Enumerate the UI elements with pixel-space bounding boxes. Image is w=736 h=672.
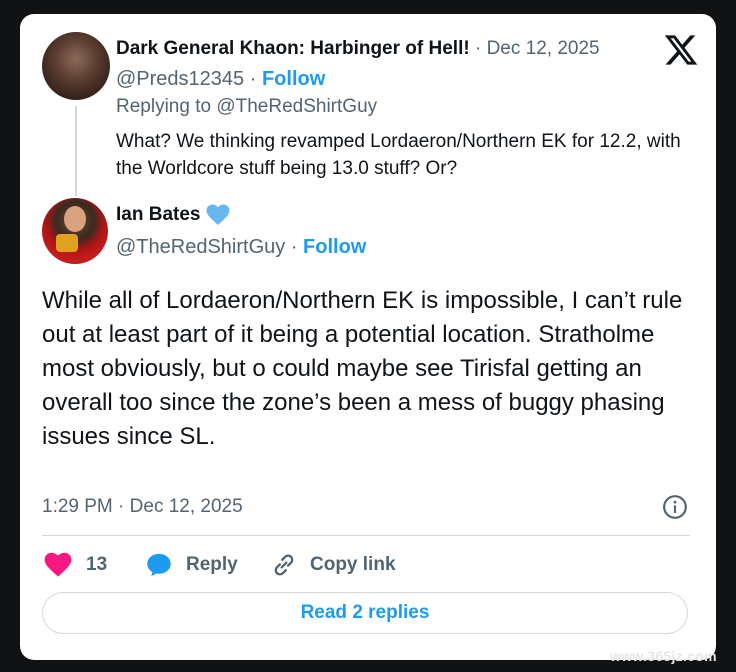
parent-handle-row: @Preds12345 · Follow <box>116 68 325 91</box>
replying-to-handle[interactable]: @TheRedShirtGuy <box>216 96 377 117</box>
parent-tweet-text: What? We thinking revamped Lordaeron/Nor… <box>116 131 681 179</box>
like-count: 13 <box>86 554 108 575</box>
reply-button[interactable]: Reply <box>144 550 238 580</box>
separator: · <box>112 496 130 517</box>
reply-label: Reply <box>186 554 238 575</box>
parent-avatar[interactable] <box>42 32 110 100</box>
author-avatar[interactable] <box>42 198 108 264</box>
speech-bubble-icon <box>147 553 171 577</box>
parent-handle[interactable]: @Preds12345 <box>116 68 244 90</box>
link-icon <box>274 554 294 576</box>
read-replies-label: Read 2 replies <box>300 602 430 623</box>
replying-to-label: Replying to <box>116 96 217 117</box>
thread-line <box>75 106 77 196</box>
x-logo-icon[interactable] <box>663 32 699 68</box>
divider <box>42 535 690 536</box>
copy-link-label: Copy link <box>310 554 396 575</box>
tweet-embed-card: Dark General Khaon: Harbinger of Hell! ·… <box>20 14 716 660</box>
parent-follow-link[interactable]: Follow <box>262 68 325 90</box>
tweet-date: Dec 12, 2025 <box>129 496 243 517</box>
watermark: www.365jz.com <box>610 648 717 664</box>
heart-icon <box>206 204 230 225</box>
author-handle-row: @TheRedShirtGuy · Follow <box>116 236 366 259</box>
copy-link-button[interactable]: Copy link <box>270 550 396 580</box>
separator: · <box>285 236 304 258</box>
replying-to-row: Replying to @TheRedShirtGuy <box>116 96 377 118</box>
author-follow-link[interactable]: Follow <box>303 236 366 258</box>
author-display-name[interactable]: Ian Bates <box>116 204 200 226</box>
tweet-time: 1:29 PM <box>42 496 113 517</box>
like-button[interactable]: 13 <box>44 550 107 580</box>
author-handle[interactable]: @TheRedShirtGuy <box>116 236 285 258</box>
read-replies-button[interactable]: Read 2 replies <box>42 592 688 634</box>
separator: · <box>244 68 262 90</box>
parent-header: Dark General Khaon: Harbinger of Hell! ·… <box>116 38 600 60</box>
tweet-text: While all of Lordaeron/Northern EK is im… <box>42 287 683 450</box>
parent-date[interactable]: Dec 12, 2025 <box>487 38 600 59</box>
separator: · <box>469 38 487 59</box>
author-header: Ian Bates <box>116 204 230 226</box>
parent-display-name[interactable]: Dark General Khaon: Harbinger of Hell! <box>116 38 470 59</box>
heart-icon <box>44 552 72 577</box>
tweet-timestamp[interactable]: 1:29 PM · Dec 12, 2025 <box>42 496 243 518</box>
info-icon[interactable] <box>662 494 688 520</box>
